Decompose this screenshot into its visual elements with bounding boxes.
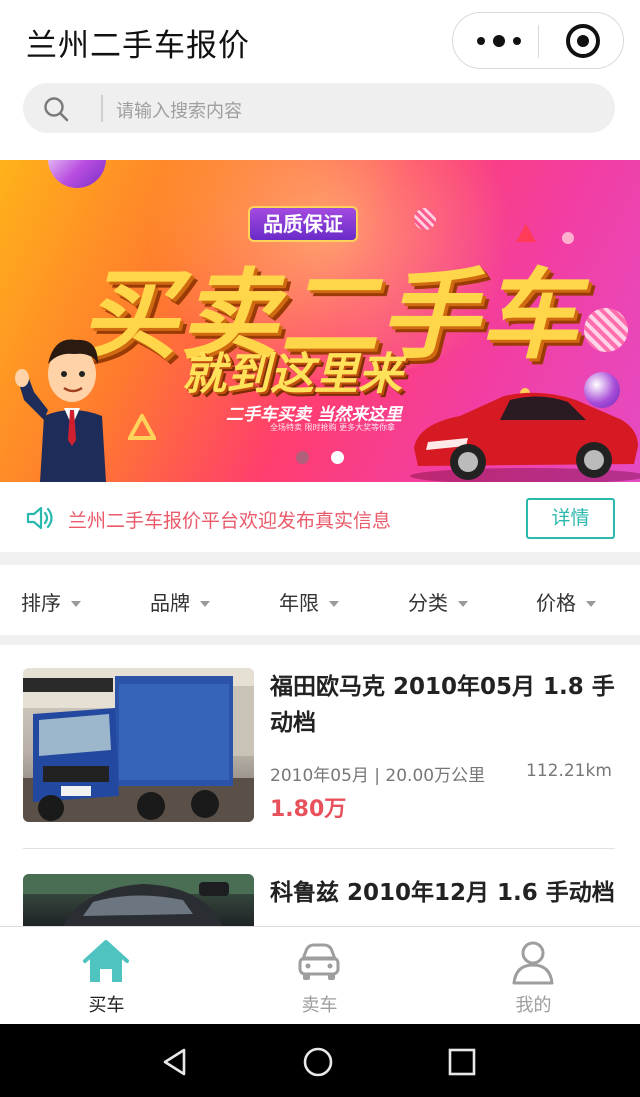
system-nav-bar xyxy=(0,1024,640,1097)
triangle-decoration xyxy=(128,414,156,440)
banner-subheadline: 就到这里来 xyxy=(182,349,402,400)
filter-label: 价格 xyxy=(536,591,576,615)
filter-brand[interactable]: 品牌 xyxy=(150,587,210,616)
back-icon[interactable] xyxy=(160,1046,192,1078)
search-icon xyxy=(44,97,69,122)
caret-down-icon xyxy=(329,600,339,607)
title-bar: 兰州二手车报价 xyxy=(0,0,640,80)
page-title: 兰州二手车报价 xyxy=(26,28,250,64)
red-car-illustration xyxy=(410,392,640,482)
tab-sell[interactable]: 卖车 xyxy=(213,927,426,1025)
carousel-indicator xyxy=(296,451,344,465)
filter-label: 年限 xyxy=(279,591,319,615)
tab-label: 买车 xyxy=(88,995,125,1016)
listing-item[interactable] xyxy=(23,668,254,822)
user-icon xyxy=(512,941,554,985)
promo-banner[interactable]: 品质保证 买卖二手车 就到这里来 二手车买卖 当然来这里 全场特卖 限时抢购 更… xyxy=(0,160,640,482)
section-gap xyxy=(0,635,640,645)
car-listing-list: 福田欧马克 2010年05月 1.8 手动档 2010年05月 | 20.00万… xyxy=(0,645,640,926)
details-button[interactable]: 详情 xyxy=(526,498,615,539)
filter-category[interactable]: 分类 xyxy=(408,587,468,616)
tab-label: 我的 xyxy=(515,995,552,1016)
car-photo xyxy=(23,874,254,926)
row-divider xyxy=(23,848,615,849)
filter-label: 品牌 xyxy=(150,591,190,615)
car-icon xyxy=(298,943,340,980)
caret-down-icon xyxy=(458,600,468,607)
caret-down-icon xyxy=(200,600,210,607)
caret-down-icon xyxy=(586,600,596,607)
businessman-illustration xyxy=(15,339,106,482)
miniprogram-target-icon[interactable] xyxy=(566,24,600,58)
recents-icon[interactable] xyxy=(446,1046,478,1078)
tab-label: 卖车 xyxy=(301,995,338,1016)
listing-item[interactable] xyxy=(23,874,254,926)
carousel-dot[interactable] xyxy=(296,451,309,464)
listing-price: 1.80万 xyxy=(270,797,347,822)
stripe-ball-decoration xyxy=(584,308,628,352)
stripe-ball-decoration xyxy=(414,208,436,230)
filter-price[interactable]: 价格 xyxy=(536,587,596,616)
purple-ball-decoration xyxy=(48,160,106,188)
search-bar[interactable]: 请输入搜索内容 xyxy=(23,83,615,133)
capsule-divider xyxy=(538,25,539,58)
filter-label: 排序 xyxy=(21,591,61,615)
listing-title[interactable]: 福田欧马克 2010年05月 1.8 手动档 xyxy=(270,669,620,741)
filter-bar: 排序 品牌 年限 分类 价格 xyxy=(0,565,640,635)
tab-me[interactable]: 我的 xyxy=(427,927,640,1025)
section-gap xyxy=(0,552,640,565)
more-dots-icon[interactable] xyxy=(477,29,521,53)
bottom-tab-bar: 买车 卖车 我的 xyxy=(0,926,640,1024)
filter-age[interactable]: 年限 xyxy=(279,587,339,616)
listing-title[interactable]: 科鲁兹 2010年12月 1.6 手动档 xyxy=(270,875,620,911)
listing-distance: 112.21km xyxy=(526,761,612,781)
filter-label: 分类 xyxy=(408,591,448,615)
banner-fineprint: 全场特卖 限时抢购 更多大奖等你拿 xyxy=(270,423,396,432)
carousel-dot-active[interactable] xyxy=(331,451,344,464)
notice-bar: 兰州二手车报价平台欢迎发布真实信息 详情 xyxy=(0,482,640,552)
home-icon xyxy=(83,940,129,982)
speaker-icon xyxy=(26,506,53,530)
capsule-menu xyxy=(452,12,624,69)
listing-meta: 2010年05月 | 20.00万公里 xyxy=(270,766,486,786)
search-divider xyxy=(101,95,103,122)
search-input[interactable]: 请输入搜索内容 xyxy=(116,97,242,123)
notice-text: 兰州二手车报价平台欢迎发布真实信息 xyxy=(68,510,392,532)
caret-down-icon xyxy=(71,600,81,607)
home-circle-icon[interactable] xyxy=(302,1046,334,1078)
filter-sort[interactable]: 排序 xyxy=(21,587,81,616)
truck-photo xyxy=(23,668,254,822)
tab-buy[interactable]: 买车 xyxy=(0,927,213,1025)
